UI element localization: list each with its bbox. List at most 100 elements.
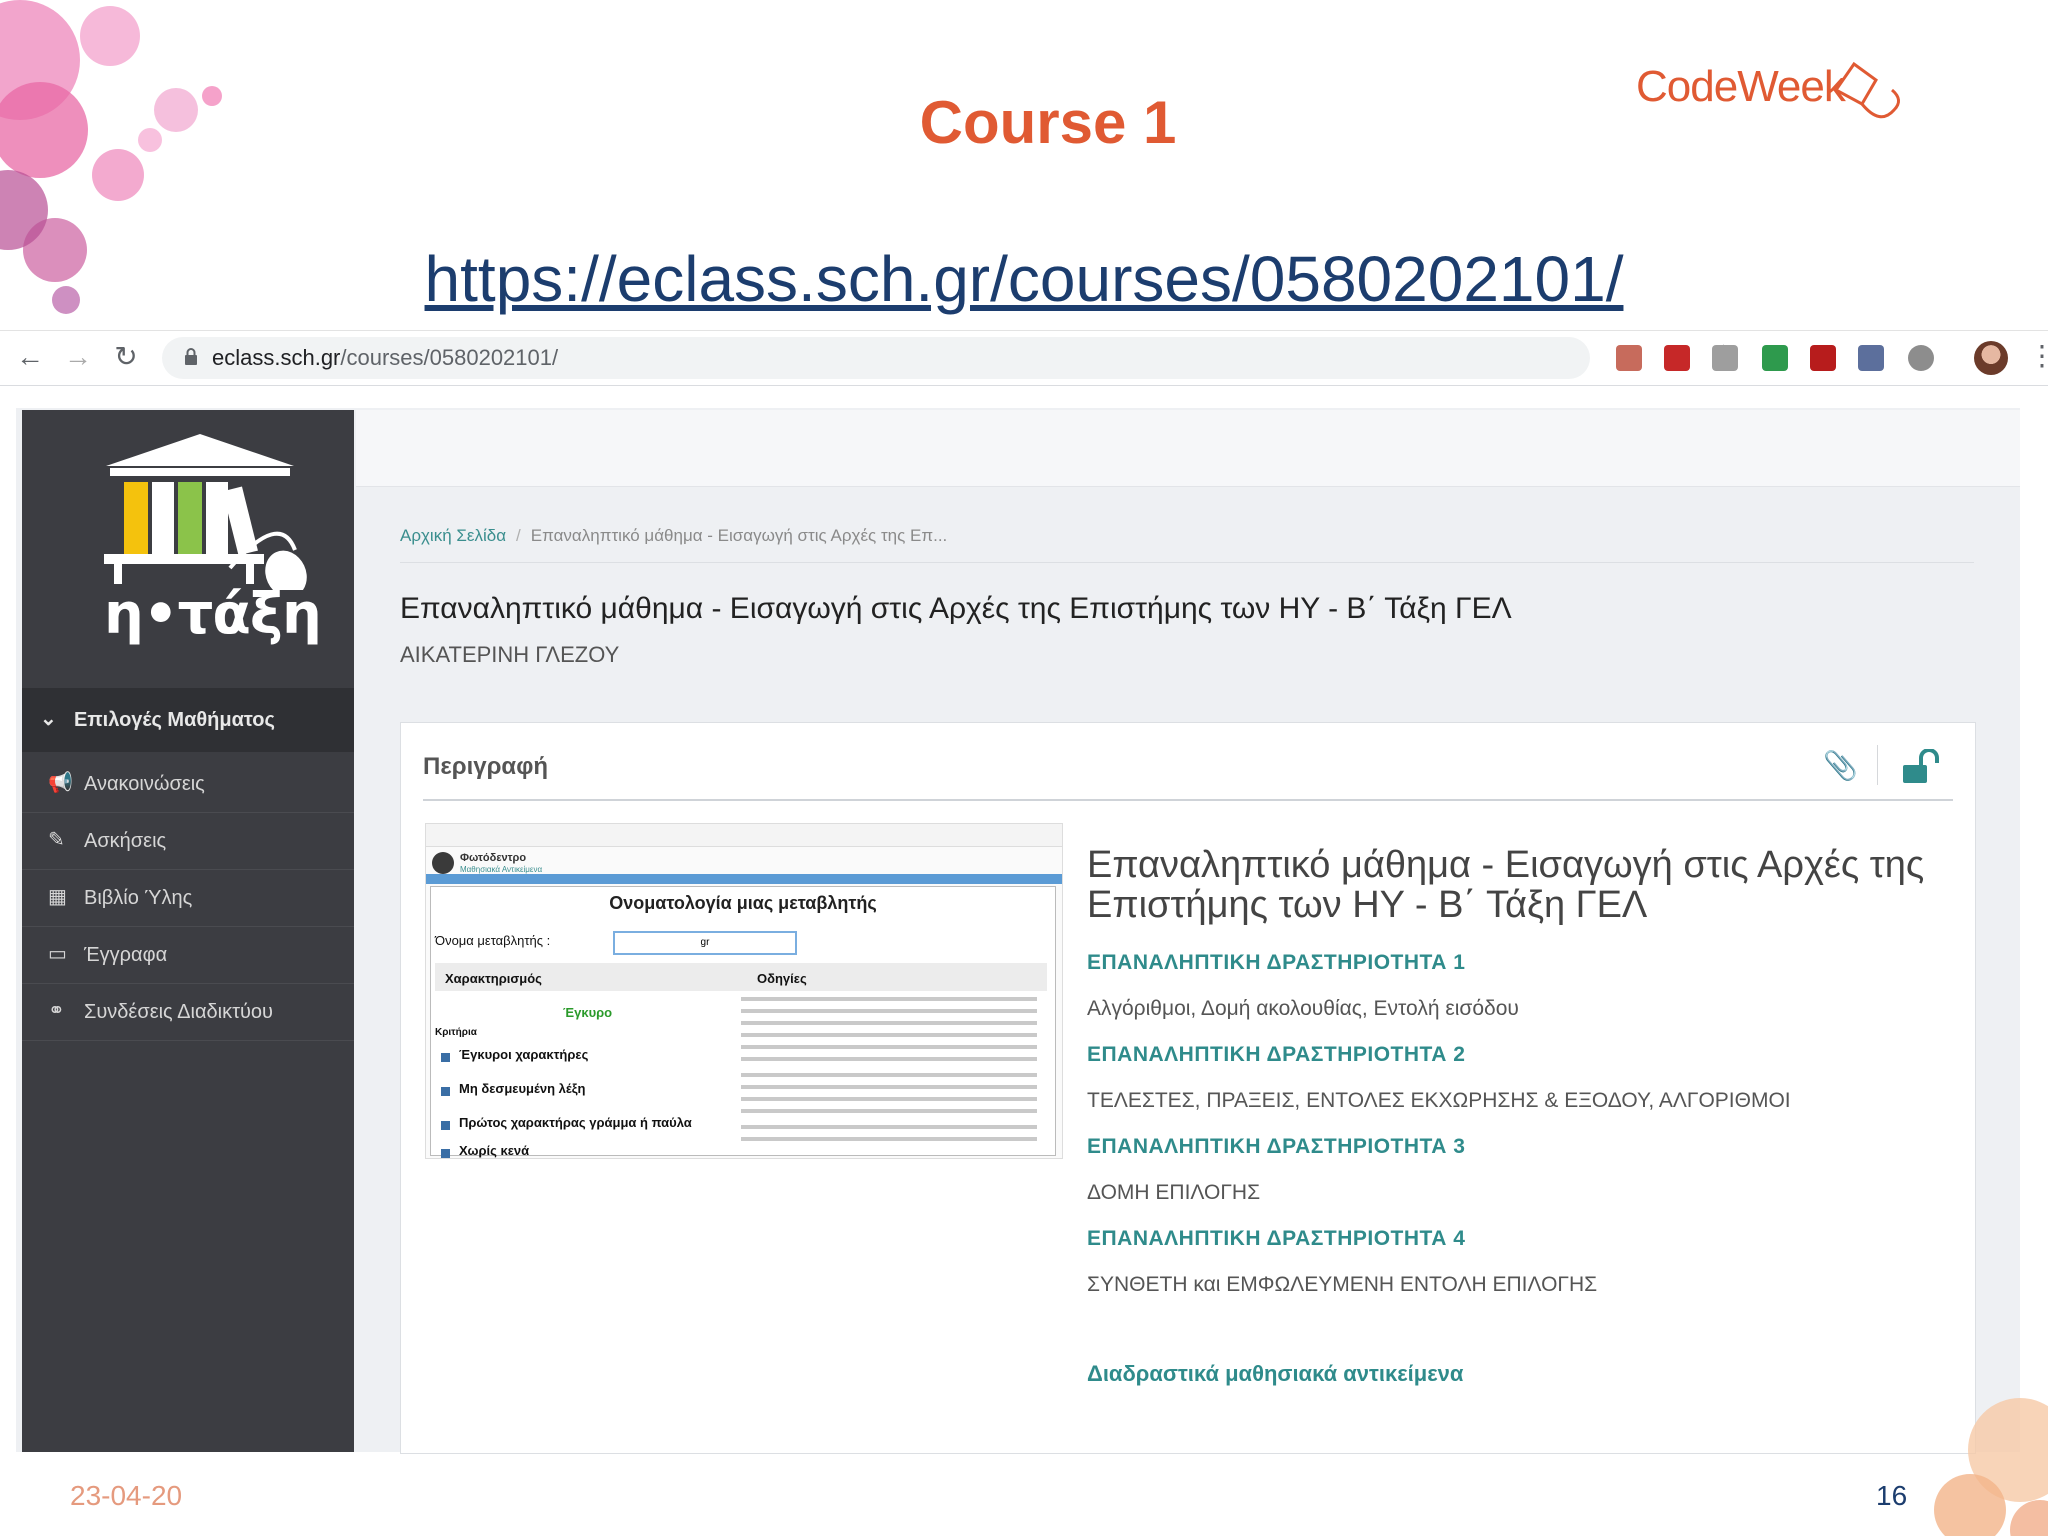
unlock-icon[interactable] [1901, 749, 1941, 785]
activity-2-desc: ΤΕΛΕΣΤΕΣ, ΠΡΑΞΕΙΣ, ΕΝΤΟΛΕΣ ΕΚΧΩΡΗΣΗΣ & Ε… [1087, 1089, 1791, 1112]
circle-extension-icon[interactable] [1908, 345, 1934, 371]
activity-1-desc: Αλγόριθμοι, Δομή ακολουθίας, Εντολή εισό… [1087, 997, 1519, 1020]
sidebar-item-label: Συνδέσεις Διαδικτύου [84, 1001, 273, 1023]
reload-icon[interactable]: ↻ [108, 339, 144, 375]
thumb-brand-sub: Μαθησιακά Αντικείμενα [460, 865, 543, 874]
activity-1-title[interactable]: ΕΠΑΝΑΛΗΠΤΙΚΗ ΔΡΑΣΤΗΡΙΟΤΗΤΑ 1 [1087, 951, 1465, 975]
megaphone-icon: 📢 [48, 772, 73, 794]
acrobat-extension-icon[interactable] [1664, 345, 1690, 371]
main-content: Αρχική Σελίδα / Επαναληπτικό μάθημα - Εισα… [356, 488, 2020, 1454]
sidebar-item-label: Έγγραφα [84, 944, 168, 966]
cast-extension-icon[interactable] [1712, 345, 1738, 371]
thumb-var-label: Όνομα μεταβλητής : [435, 933, 551, 948]
thumb-var-input: gr [613, 931, 797, 955]
sidebar-item-label: Ασκήσεις [84, 830, 167, 852]
codeweek-logo-text: CodeWeek [1636, 62, 1846, 111]
thumb-check-3: Χωρίς κενά [459, 1143, 530, 1158]
thumb-heading: Ονοματολογία μιας μεταβλητής [609, 893, 877, 913]
browser-toolbar: ← → ↻ eclass.sch.gr/courses/0580202101/ … [0, 330, 2048, 386]
forward-icon[interactable]: → [60, 339, 96, 375]
flag-extension-icon[interactable] [1810, 345, 1836, 371]
course-options-toggle[interactable]: ⌄ Επιλογές Μαθήματος [22, 688, 354, 752]
thumb-text-line [741, 1125, 1037, 1129]
sidebar-item-label: Ανακοινώσεις [84, 773, 205, 795]
checkbox-icon [441, 1121, 450, 1130]
description-card: Περιγραφή 📎 Φωτόδεντρο Μαθησιακά Αντικεί… [400, 722, 1976, 1454]
back-icon[interactable]: ← [12, 339, 48, 375]
thumb-brand: Φωτόδεντρο [460, 852, 527, 864]
description-heading: Επαναληπτικό μάθημα - Εισαγωγή στις Αρχέ… [1087, 844, 1925, 926]
thumb-text-line [741, 1097, 1037, 1101]
thumb-browser-bar [426, 824, 1062, 847]
divider [400, 562, 1974, 563]
activity-4-desc: ΣΥΝΘΕΤΗ και ΕΜΦΩΛΕΥΜΕΝΗ ΕΝΤΟΛΗ ΕΠΙΛΟΓΗΣ [1087, 1273, 1598, 1296]
itaxi-logo: η•τάξη [80, 430, 322, 660]
thumb-blue-strip [426, 874, 1062, 884]
thumb-text-line [741, 997, 1037, 1001]
bookshelf-icon [104, 434, 307, 598]
thumb-status: Έγκυρο [563, 1005, 613, 1020]
pdf-extension-icon[interactable] [1616, 345, 1642, 371]
breadcrumb-separator: / [516, 526, 521, 545]
thumb-col-char: Χαρακτηρισμός [445, 971, 542, 986]
activity-2-title[interactable]: ΕΠΑΝΑΛΗΠΤΙΚΗ ΔΡΑΣΤΗΡΙΟΤΗΤΑ 2 [1087, 1043, 1465, 1067]
thumb-text-line [741, 1137, 1037, 1141]
course-sidebar: η•τάξη ⌄ Επιλογές Μαθήματος 📢 Ανακοινώσε… [22, 410, 354, 1452]
thumb-text-line [741, 1073, 1037, 1077]
thumb-text-line [741, 1033, 1037, 1037]
lock-icon [185, 348, 197, 365]
thumb-criteria: Κριτήρια [435, 1027, 477, 1038]
address-bar[interactable]: eclass.sch.gr/courses/0580202101/ ☆ [162, 337, 1737, 379]
puzzle-extension-icon[interactable] [1858, 345, 1884, 371]
sidebar-item-links[interactable]: ⚭ Συνδέσεις Διαδικτύου [22, 984, 354, 1041]
url-text: eclass.sch.gr/courses/0580202101/ [212, 345, 558, 371]
sidebar-item-announcements[interactable]: 📢 Ανακοινώσεις [22, 756, 354, 813]
thumb-check-1: Μη δεσμευμένη λέξη [459, 1081, 586, 1096]
decorative-bubbles-bottom [1934, 1398, 2048, 1536]
profile-avatar[interactable] [1974, 341, 2008, 375]
breadcrumb-home[interactable]: Αρχική Σελίδα [400, 526, 506, 545]
sidebar-item-documents[interactable]: ▭ Έγγραφα [22, 927, 354, 984]
folder-icon: ▭ [48, 943, 67, 965]
url-host: eclass.sch.gr [212, 345, 341, 370]
menu-kebab-icon[interactable]: ⋮ [2028, 339, 2048, 372]
interactive-objects-link[interactable]: Διαδραστικά μαθησιακά αντικείμενα [1087, 1361, 1463, 1387]
learning-object-thumbnail[interactable]: Φωτόδεντρο Μαθησιακά Αντικείμενα Ονοματο… [425, 823, 1063, 1159]
thumb-text-line [741, 1009, 1037, 1013]
activity-4-title[interactable]: ΕΠΑΝΑΛΗΠΤΙΚΗ ΔΡΑΣΤΗΡΙΟΤΗΤΑ 4 [1087, 1227, 1465, 1251]
slide-date: 23-04-20 [70, 1480, 183, 1511]
avg-extension-icon[interactable] [1762, 345, 1788, 371]
divider [423, 799, 1953, 801]
photodentro-logo-icon [432, 852, 454, 874]
sidebar-item-label: Βιβλίο Ύλης [84, 887, 193, 909]
thumb-panel: Ονοματολογία μιας μεταβλητής Όνομα μεταβ… [430, 886, 1056, 1158]
paperclip-icon[interactable]: 📎 [1823, 749, 1858, 782]
divider [1877, 745, 1878, 785]
checkbox-icon [441, 1149, 450, 1158]
chevron-down-icon: ⌄ [40, 708, 57, 730]
calendar-icon: ▦ [48, 886, 67, 908]
url-path: /courses/0580202101/ [340, 345, 559, 370]
activity-3-title[interactable]: ΕΠΑΝΑΛΗΠΤΙΚΗ ΔΡΑΣΤΗΡΙΟΤΗΤΑ 3 [1087, 1135, 1465, 1159]
checkbox-icon [441, 1053, 450, 1062]
thumb-text-line [741, 1057, 1037, 1061]
sidebar-item-syllabus[interactable]: ▦ Βιβλίο Ύλης [22, 870, 354, 927]
description-title: Περιγραφή [423, 753, 549, 780]
course-url-link[interactable]: https://eclass.sch.gr/courses/0580202101… [0, 242, 2048, 316]
thumb-text-line [741, 1045, 1037, 1049]
mouse-cursor-icon [1833, 61, 1900, 119]
thumb-col-guide: Οδηγίες [757, 971, 807, 986]
thumb-check-2: Πρώτος χαρακτήρας γράμμα ή παύλα [459, 1115, 692, 1130]
course-options-label: Επιλογές Μαθήματος [74, 709, 275, 731]
thumb-text-line [741, 1109, 1037, 1113]
thumb-text-line [741, 1085, 1037, 1089]
course-title: Επαναληπτικό μάθημα - Εισαγωγή στις Αρχέ… [400, 592, 1512, 625]
sidebar-item-exercises[interactable]: ✎ Ασκήσεις [22, 813, 354, 870]
link-icon: ⚭ [48, 1000, 65, 1022]
thumb-check-0: Έγκυροι χαρακτήρες [459, 1047, 589, 1062]
edit-icon: ✎ [48, 829, 65, 851]
checkbox-icon [441, 1087, 450, 1096]
breadcrumb: Αρχική Σελίδα / Επαναληπτικό μάθημα - Εισα… [400, 526, 947, 546]
teacher-name: ΑΙΚΑΤΕΡΙΝΗ ΓΛΕΖΟΥ [400, 642, 620, 667]
codeweek-logo: CodeWeek [1632, 56, 1912, 128]
